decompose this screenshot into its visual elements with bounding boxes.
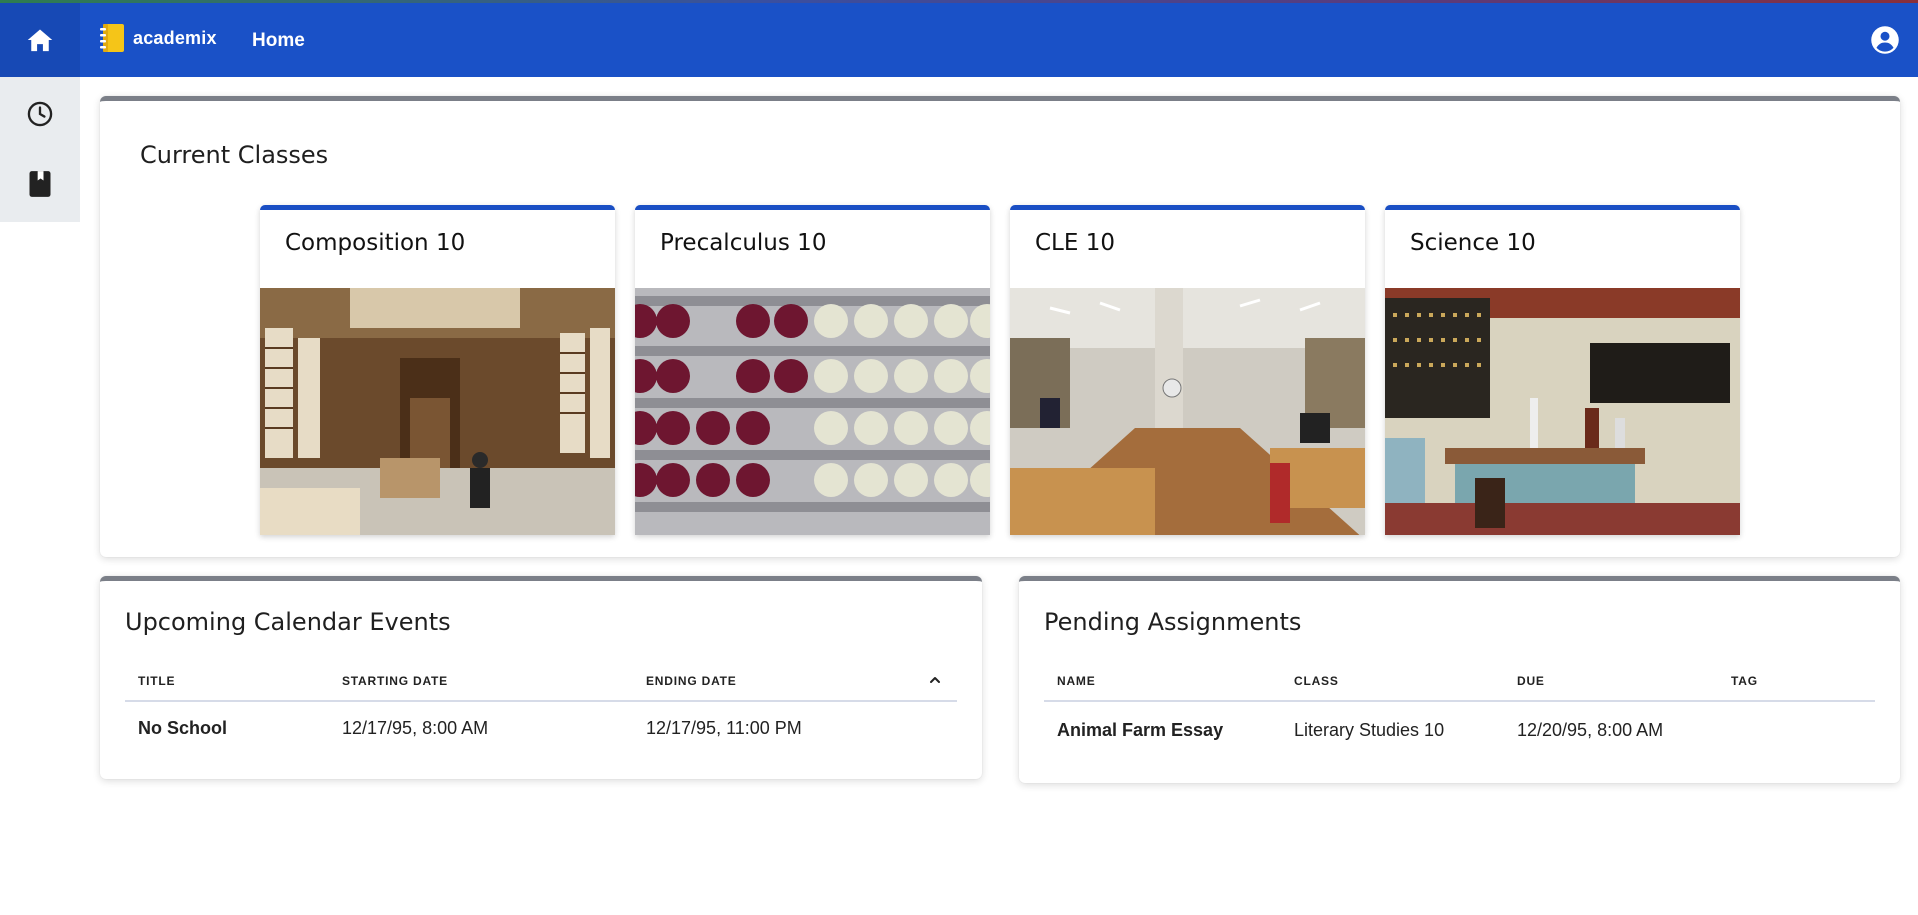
events-table-header: TITLE STARTING DATE ENDING DATE <box>125 667 957 702</box>
pending-assignments-card: Pending Assignments NAME CLASS DUE TAG A… <box>1019 576 1900 783</box>
column-header-name[interactable]: NAME <box>1057 674 1096 688</box>
event-end-cell: 12/17/95, 11:00 PM <box>646 718 802 738</box>
library-photo <box>260 288 615 535</box>
class-name: Precalculus 10 <box>660 230 827 256</box>
book-icon <box>29 171 51 197</box>
column-header-ending-date[interactable]: ENDING DATE <box>646 674 737 688</box>
account-button[interactable] <box>1870 25 1900 55</box>
home-nav-button[interactable] <box>0 3 80 77</box>
abacus-photo <box>635 288 990 535</box>
class-name: Composition 10 <box>285 230 466 256</box>
upcoming-events-title: Upcoming Calendar Events <box>125 608 451 636</box>
home-icon <box>27 29 53 52</box>
table-row[interactable]: Animal Farm Essay Literary Studies 10 12… <box>1044 702 1875 762</box>
assignments-table: NAME CLASS DUE TAG Animal Farm Essay Lit… <box>1044 667 1875 762</box>
column-header-due[interactable]: DUE <box>1517 674 1545 688</box>
table-row[interactable]: No School 12/17/95, 8:00 AM 12/17/95, 11… <box>125 702 957 757</box>
column-header-class[interactable]: CLASS <box>1294 674 1339 688</box>
laboratory-photo <box>1385 288 1740 535</box>
current-classes-title: Current Classes <box>140 141 329 169</box>
current-classes-card: Current Classes Composition 10 Precalcul… <box>100 96 1900 557</box>
assignment-due-cell: 12/20/95, 8:00 AM <box>1517 720 1664 740</box>
pending-assignments-title: Pending Assignments <box>1044 608 1302 636</box>
assignment-name-cell: Animal Farm Essay <box>1057 720 1224 740</box>
brand[interactable]: academix <box>100 23 217 53</box>
notebook-logo-icon <box>100 23 125 53</box>
event-title-cell: No School <box>138 718 227 738</box>
nav-home-link[interactable]: Home <box>252 30 305 52</box>
clock-icon <box>27 101 53 127</box>
office-photo <box>1010 288 1365 535</box>
column-header-title[interactable]: TITLE <box>138 674 175 688</box>
upcoming-events-card: Upcoming Calendar Events TITLE STARTING … <box>100 576 982 779</box>
event-start-cell: 12/17/95, 8:00 AM <box>342 718 489 738</box>
assignments-table-header: NAME CLASS DUE TAG <box>1044 667 1875 702</box>
top-app-bar: academix Home <box>0 3 1918 77</box>
column-header-starting-date[interactable]: STARTING DATE <box>342 674 448 688</box>
events-table: TITLE STARTING DATE ENDING DATE No Schoo… <box>125 667 957 757</box>
class-card-science[interactable]: Science 10 <box>1385 205 1740 535</box>
column-header-tag[interactable]: TAG <box>1731 674 1758 688</box>
brand-name: academix <box>133 27 217 48</box>
sidebar-item-history[interactable] <box>0 79 80 149</box>
class-name: CLE 10 <box>1035 230 1115 256</box>
class-card-precalculus[interactable]: Precalculus 10 <box>635 205 990 535</box>
sidebar-item-library[interactable] <box>0 149 80 219</box>
account-circle-icon <box>1871 26 1899 54</box>
sidebar <box>0 77 80 222</box>
assignment-class-cell: Literary Studies 10 <box>1294 720 1445 740</box>
sort-toggle-button[interactable] <box>926 671 944 689</box>
class-card-composition[interactable]: Composition 10 <box>260 205 615 535</box>
class-name: Science 10 <box>1410 230 1536 256</box>
chevron-up-icon <box>930 677 940 683</box>
class-card-cle[interactable]: CLE 10 <box>1010 205 1365 535</box>
